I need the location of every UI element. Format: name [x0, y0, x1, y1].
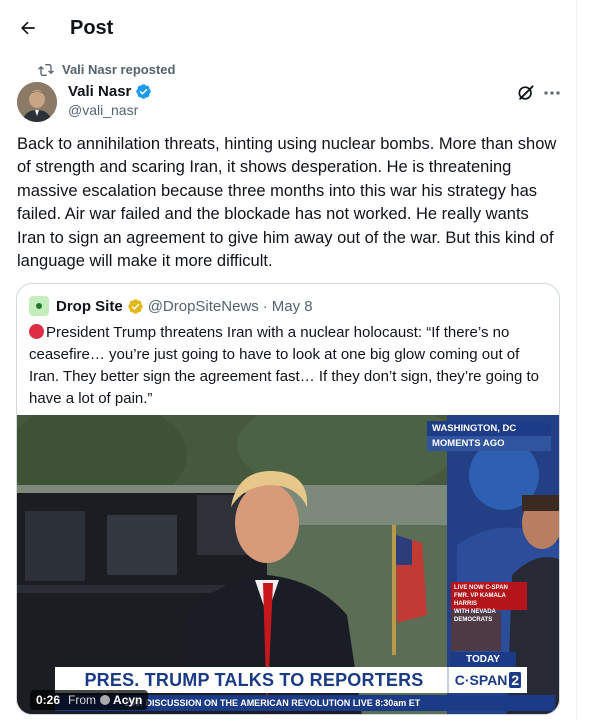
quoted-avatar[interactable] [29, 296, 49, 316]
right-scroll-area [585, 0, 599, 720]
live-now-box: LIVE NOW C-SPAN FMR. VP KAMALA HARRIS WI… [451, 582, 527, 623]
author-name[interactable]: Vali Nasr [68, 83, 152, 100]
avatar[interactable] [17, 82, 57, 122]
verified-badge-icon [135, 83, 152, 100]
live-line2: FMR. VP KAMALA HARRIS [454, 593, 506, 607]
post-body: Back to annihilation threats, hinting us… [17, 135, 557, 271]
page-title: Post [70, 17, 114, 39]
network-number: 2 [509, 672, 522, 688]
grok-button[interactable] [516, 83, 536, 103]
from-label: From [68, 693, 97, 707]
location-tag: WASHINGTON, DC MOMENTS AGO [427, 421, 551, 451]
live-line3: WITH NEVADA DEMOCRATS [454, 609, 496, 623]
quoted-author-handle[interactable]: @DropSiteNews [148, 298, 259, 315]
quoted-date[interactable]: May 8 [272, 298, 313, 315]
today-tag: TODAY [450, 652, 516, 667]
gold-verified-badge-icon [127, 298, 144, 315]
source-avatar [100, 695, 111, 705]
author-handle[interactable]: @vali_nasr [68, 102, 138, 118]
back-button[interactable] [14, 14, 42, 42]
location-line1: WASHINGTON, DC [427, 421, 551, 436]
quoted-post-header: Drop Site @DropSiteNews · May 8 [29, 296, 313, 316]
repost-icon [38, 63, 54, 77]
grok-icon [518, 85, 534, 100]
video-player[interactable]: WASHINGTON, DC MOMENTS AGO LIVE NOW C-SP… [17, 415, 559, 714]
quoted-author-name[interactable]: Drop Site [56, 298, 123, 315]
red-circle-icon [29, 324, 44, 339]
live-line1: LIVE NOW C-SPAN [454, 585, 508, 591]
more-dots-icon [544, 91, 560, 95]
more-options-button[interactable] [542, 83, 562, 103]
repost-indicator[interactable]: Vali Nasr reposted [38, 62, 175, 77]
quoted-post[interactable]: Drop Site @DropSiteNews · May 8 Presiden… [16, 283, 560, 715]
network-logo: C·SPAN 2 [447, 667, 527, 693]
repost-label: Vali Nasr reposted [62, 62, 176, 77]
video-source[interactable]: Acyn [113, 693, 142, 707]
video-timestamp: 0:26 [36, 693, 61, 707]
network-name: C·SPAN [454, 672, 508, 688]
author-name-text: Vali Nasr [68, 83, 132, 100]
quoted-post-body: President Trump threatens Iran with a nu… [29, 322, 551, 410]
post-header: Post [0, 0, 577, 58]
author-photo [17, 82, 57, 122]
location-line2: MOMENTS AGO [427, 436, 551, 451]
quoted-post-text: President Trump threatens Iran with a nu… [29, 324, 540, 407]
post-panel: Post Vali Nasr reposted Vali Nasr @vali_… [0, 0, 577, 720]
quoted-separator: · [262, 297, 268, 315]
arrow-left-icon [21, 21, 35, 35]
video-time-overlay: 0:26 From Acyn [30, 690, 149, 710]
